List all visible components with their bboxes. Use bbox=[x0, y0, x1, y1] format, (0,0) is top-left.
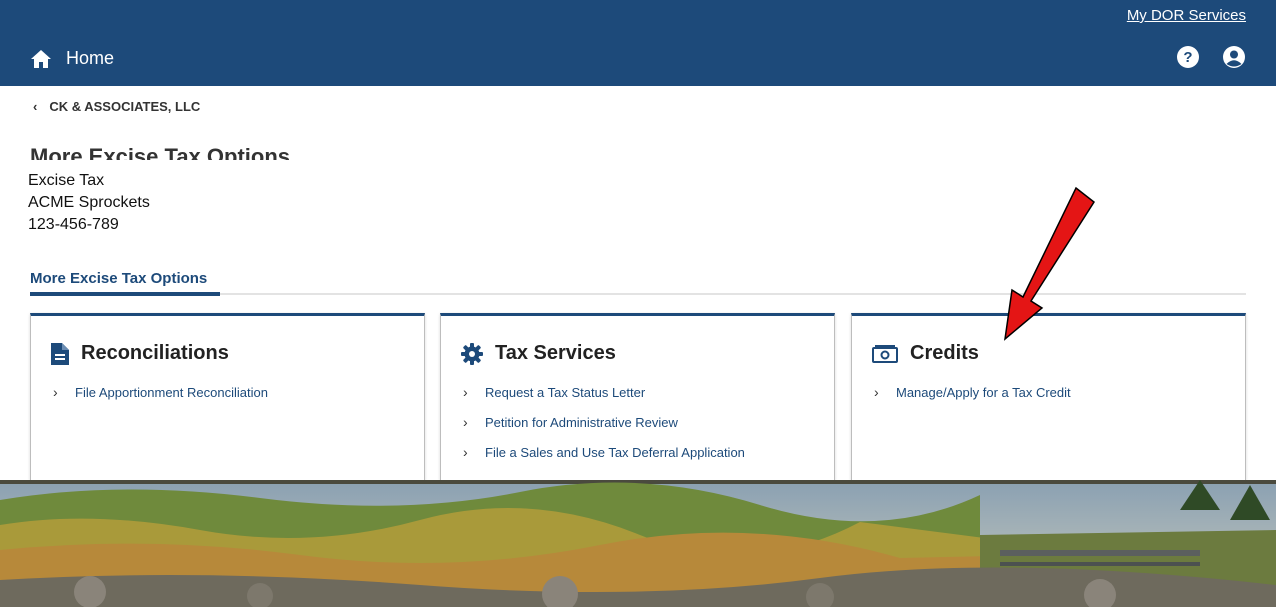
help-icon[interactable]: ? bbox=[1176, 45, 1200, 69]
card-title: Tax Services bbox=[495, 342, 616, 364]
card-credits: Credits › Manage/Apply for a Tax Credit bbox=[851, 313, 1246, 481]
link-file-apportionment-reconciliation[interactable]: › File Apportionment Reconciliation bbox=[53, 377, 268, 407]
my-dor-services-link[interactable]: My DOR Services bbox=[1127, 7, 1246, 24]
chevron-right-icon: › bbox=[874, 384, 879, 400]
account-name: ACME Sprockets bbox=[28, 194, 150, 211]
card-tax-services: Tax Services › Request a Tax Status Lett… bbox=[440, 313, 835, 481]
account-number: 123-456-789 bbox=[28, 216, 119, 233]
home-icon bbox=[31, 49, 51, 68]
page-title: More Excise Tax Options bbox=[30, 144, 291, 160]
home-nav[interactable]: Home bbox=[30, 48, 114, 69]
money-icon bbox=[872, 344, 898, 363]
link-request-tax-status-letter[interactable]: › Request a Tax Status Letter bbox=[463, 377, 745, 407]
svg-text:?: ? bbox=[1183, 49, 1192, 66]
breadcrumb[interactable]: ‹ CK & ASSOCIATES, LLC bbox=[33, 99, 200, 114]
link-sales-use-tax-deferral[interactable]: › File a Sales and Use Tax Deferral Appl… bbox=[463, 437, 745, 467]
tab-more-excise-tax-options[interactable]: More Excise Tax Options bbox=[30, 270, 207, 287]
top-header: My DOR Services Home ? bbox=[0, 0, 1276, 86]
chevron-right-icon: › bbox=[53, 384, 58, 400]
chevron-right-icon: › bbox=[463, 384, 468, 400]
home-label: Home bbox=[66, 48, 115, 68]
landscape-image bbox=[0, 480, 1276, 607]
card-title: Reconciliations bbox=[81, 342, 229, 364]
chevron-left-icon: ‹ bbox=[33, 99, 38, 114]
breadcrumb-label: CK & ASSOCIATES, LLC bbox=[49, 99, 201, 114]
account-type: Excise Tax bbox=[28, 172, 105, 189]
chevron-right-icon: › bbox=[463, 444, 468, 460]
card-title: Credits bbox=[910, 342, 979, 364]
card-reconciliations: Reconciliations › File Apportionment Rec… bbox=[30, 313, 425, 481]
user-account-icon[interactable] bbox=[1222, 45, 1246, 69]
tab-active-indicator bbox=[30, 292, 220, 296]
gear-icon bbox=[461, 342, 483, 365]
landscape-banner bbox=[0, 480, 1276, 607]
document-icon bbox=[51, 342, 69, 365]
account-info: Excise Tax ACME Sprockets 123-456-789 bbox=[28, 170, 150, 236]
chevron-right-icon: › bbox=[463, 414, 468, 430]
link-manage-apply-tax-credit[interactable]: › Manage/Apply for a Tax Credit bbox=[874, 377, 1071, 407]
link-petition-administrative-review[interactable]: › Petition for Administrative Review bbox=[463, 407, 745, 437]
